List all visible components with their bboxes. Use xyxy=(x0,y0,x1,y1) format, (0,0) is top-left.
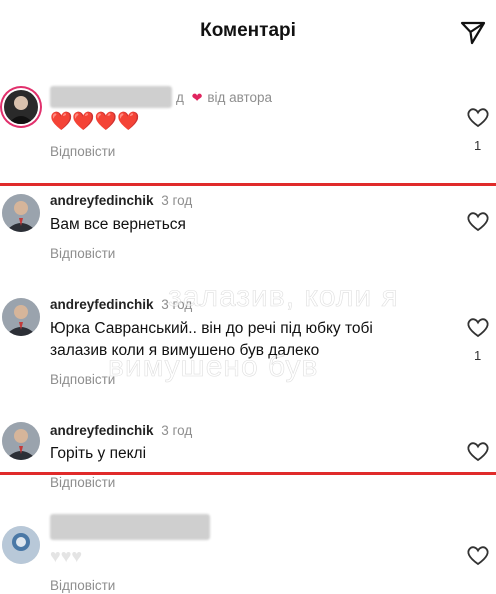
header: Коментарі xyxy=(0,0,496,66)
comment-author: andreyfedinchik 3 год xyxy=(50,423,192,438)
author-heart-icon: ❤ xyxy=(191,90,203,105)
comment-time: д xyxy=(176,90,184,105)
comment: andreyfedinchik 3 год Вам все вернеться … xyxy=(0,192,496,264)
username[interactable]: andreyfedinchik xyxy=(50,423,154,438)
like-heart-icon[interactable] xyxy=(466,544,490,566)
like-count: 1 xyxy=(474,348,482,363)
blurred-username xyxy=(50,86,172,108)
blurred-username xyxy=(50,514,210,540)
comment-time: 3 год xyxy=(161,193,193,208)
comment-text-line-1: Юрка Савранський.. він до речі під юбку … xyxy=(50,320,373,337)
comment-text: Вам все вернеться xyxy=(50,216,186,233)
comment: ♥♥♥ Відповісти xyxy=(0,512,496,594)
like-heart-icon[interactable] xyxy=(466,440,490,462)
comment: andreyfedinchik 3 год Горіть у пеклі xyxy=(0,422,496,470)
highlight-line xyxy=(0,183,496,186)
reply-button[interactable]: Відповісти xyxy=(50,475,115,490)
author-badge: від автора xyxy=(207,90,273,105)
overlay-caption-line-1: залазив, коли я xyxy=(168,280,399,314)
avatar[interactable] xyxy=(2,298,40,336)
like-heart-icon[interactable] xyxy=(466,106,490,128)
avatar[interactable] xyxy=(2,526,40,564)
reply-button[interactable]: Відповісти xyxy=(50,246,115,261)
reply-button[interactable]: Відповісти xyxy=(50,372,115,387)
comment: д ❤ від автора ❤️❤️❤️❤️ Відповісти 1 xyxy=(0,84,496,180)
comment-time: 3 год xyxy=(161,423,193,438)
reply-button[interactable]: Відповісти xyxy=(50,144,115,159)
blurred-hearts: ♥♥♥ xyxy=(50,546,83,566)
overlay-caption-line-2: вимушено був xyxy=(108,350,319,384)
username[interactable]: andreyfedinchik xyxy=(50,193,154,208)
avatar[interactable] xyxy=(4,90,38,124)
page-title: Коментарі xyxy=(200,20,296,41)
reply-button[interactable]: Відповісти xyxy=(50,578,115,593)
avatar[interactable] xyxy=(2,194,40,232)
username[interactable]: andreyfedinchik xyxy=(50,297,154,312)
like-heart-icon[interactable] xyxy=(466,210,490,232)
comment-text: ❤️❤️❤️❤️ xyxy=(50,111,140,131)
send-icon[interactable] xyxy=(460,20,486,46)
comment-author: andreyfedinchik 3 год xyxy=(50,193,192,208)
like-heart-icon[interactable] xyxy=(466,316,490,338)
comment-text: Горіть у пеклі xyxy=(50,445,147,462)
avatar[interactable] xyxy=(2,422,40,460)
like-count: 1 xyxy=(474,138,482,153)
comment-meta: д ❤ від автора xyxy=(176,90,272,106)
